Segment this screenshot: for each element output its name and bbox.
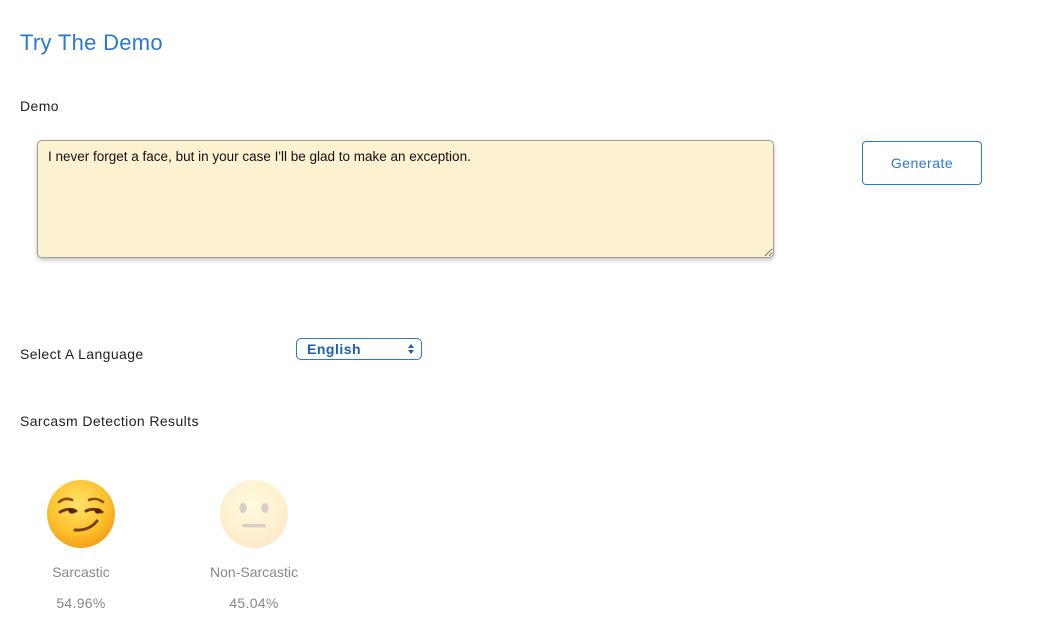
result-sarcastic: Sarcastic 54.96% xyxy=(16,478,146,611)
smirking-face-icon xyxy=(47,480,115,548)
result-non-sarcastic: Non-Sarcastic 45.04% xyxy=(189,478,319,611)
result-percent: 54.96% xyxy=(56,595,106,611)
generate-button[interactable]: Generate xyxy=(862,141,982,185)
results-label: Sarcasm Detection Results xyxy=(20,413,199,429)
page-title: Try The Demo xyxy=(20,30,163,55)
demo-textarea[interactable]: I never forget a face, but in your case … xyxy=(37,140,774,258)
neutral-face-icon xyxy=(220,480,288,548)
select-arrows-icon xyxy=(408,339,414,359)
result-label: Sarcastic xyxy=(52,564,110,580)
language-select[interactable]: English xyxy=(296,338,422,360)
language-select-value: English xyxy=(307,341,362,357)
result-percent: 45.04% xyxy=(229,595,279,611)
result-label: Non-Sarcastic xyxy=(210,564,298,580)
language-label: Select A Language xyxy=(20,346,144,362)
demo-label: Demo xyxy=(20,98,59,114)
